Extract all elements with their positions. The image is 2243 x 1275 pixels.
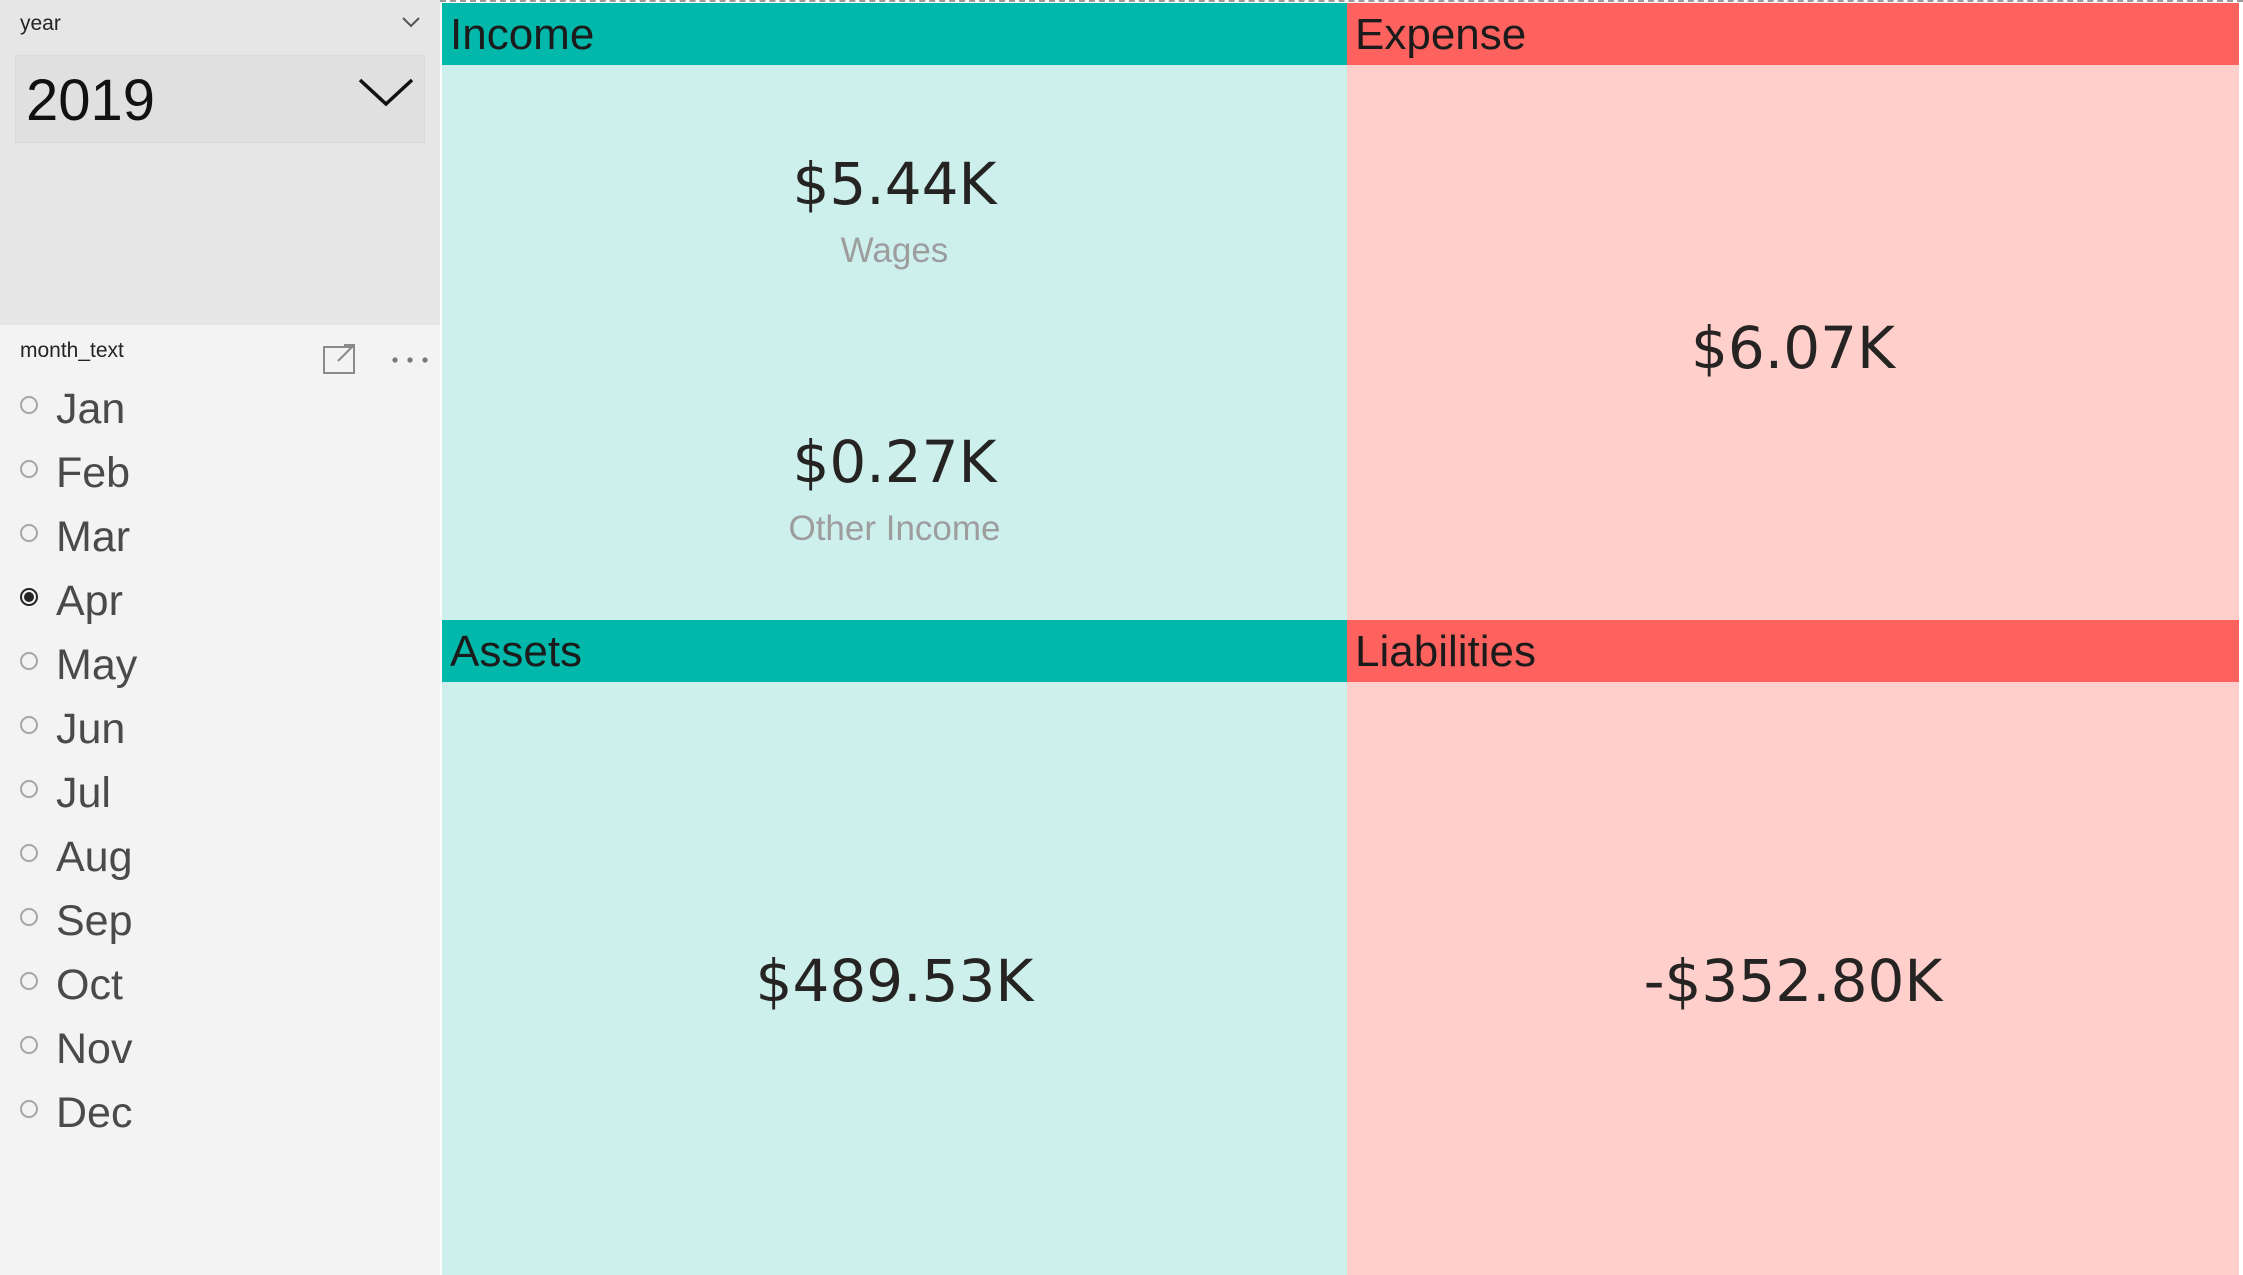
radio-button[interactable] <box>20 588 38 606</box>
radio-button[interactable] <box>20 716 38 734</box>
month-label: Dec <box>56 1088 133 1137</box>
income-body: $5.44K Wages $0.27K Other Income <box>442 65 1347 620</box>
month-slicer: month_text Jan Feb Mar Apr May Jun Jul A… <box>0 325 440 1275</box>
wages-value: $5.44K <box>792 150 997 218</box>
income-header: Income <box>442 3 1347 65</box>
radio-button[interactable] <box>20 844 38 862</box>
income-tile: Income $5.44K Wages $0.27K Other Income <box>442 3 1347 620</box>
radio-button[interactable] <box>20 1036 38 1054</box>
month-label: Jan <box>56 384 126 433</box>
year-dropdown-value: 2019 <box>26 68 156 133</box>
radio-button[interactable] <box>20 396 38 414</box>
assets-title: Assets <box>450 627 583 676</box>
assets-value: $489.53K <box>755 947 1034 1015</box>
liabilities-header: Liabilities <box>1347 620 2239 682</box>
month-option[interactable]: Aug <box>0 825 440 889</box>
income-title: Income <box>450 10 595 59</box>
month-label: Feb <box>56 448 131 497</box>
liabilities-title: Liabilities <box>1355 627 1536 676</box>
radio-button[interactable] <box>20 1100 38 1118</box>
liabilities-body: -$352.80K <box>1347 682 2239 1275</box>
month-label: Aug <box>56 832 133 881</box>
wages-card: $5.44K Wages <box>442 155 1347 268</box>
radio-button[interactable] <box>20 780 38 798</box>
month-option[interactable]: May <box>0 633 440 697</box>
month-label: Oct <box>56 960 123 1009</box>
month-label: Jul <box>56 768 111 817</box>
expense-tile: Expense $6.07K <box>1347 3 2239 620</box>
expense-header: Expense <box>1347 3 2239 65</box>
other-income-card: $0.27K Other Income <box>442 433 1347 546</box>
assets-card: $489.53K <box>442 952 1347 1010</box>
month-label: Mar <box>56 512 131 561</box>
wages-label: Wages <box>840 231 949 270</box>
expense-body: $6.07K <box>1347 65 2239 620</box>
month-option[interactable]: Mar <box>0 505 440 569</box>
month-option[interactable]: Jan <box>0 377 440 441</box>
month-option[interactable]: Dec <box>0 1081 440 1145</box>
other-income-label: Other Income <box>788 509 1001 548</box>
assets-header: Assets <box>442 620 1347 682</box>
month-list: Jan Feb Mar Apr May Jun Jul Aug Sep Oct … <box>0 377 440 1145</box>
more-options-icon[interactable] <box>390 355 430 365</box>
month-label: Jun <box>56 704 126 753</box>
radio-button[interactable] <box>20 908 38 926</box>
month-label: Apr <box>56 576 123 625</box>
month-option[interactable]: Feb <box>0 441 440 505</box>
month-option[interactable]: Apr <box>0 569 440 633</box>
chevron-down-icon[interactable] <box>400 14 422 30</box>
month-slicer-title: month_text <box>20 339 124 362</box>
month-option[interactable]: Oct <box>0 953 440 1017</box>
month-option[interactable]: Jul <box>0 761 440 825</box>
focus-mode-icon[interactable] <box>322 343 358 375</box>
expense-title: Expense <box>1355 10 1527 59</box>
radio-button[interactable] <box>20 460 38 478</box>
assets-tile: Assets $489.53K <box>442 620 1347 1275</box>
year-slicer: year 2019 <box>0 0 440 325</box>
liabilities-card: -$352.80K <box>1347 952 2239 1010</box>
radio-button[interactable] <box>20 652 38 670</box>
expense-value: $6.07K <box>1690 314 1896 382</box>
year-slicer-title: year <box>20 12 61 35</box>
month-option[interactable]: Jun <box>0 697 440 761</box>
month-label: May <box>56 640 138 689</box>
month-label: Nov <box>56 1024 133 1073</box>
liabilities-value: -$352.80K <box>1643 947 1943 1015</box>
month-option[interactable]: Sep <box>0 889 440 953</box>
radio-button[interactable] <box>20 972 38 990</box>
radio-button[interactable] <box>20 524 38 542</box>
month-option[interactable]: Nov <box>0 1017 440 1081</box>
canvas-top-border <box>440 0 2243 2</box>
assets-body: $489.53K <box>442 682 1347 1275</box>
expense-card: $6.07K <box>1347 319 2239 377</box>
chevron-down-icon[interactable] <box>356 74 416 110</box>
liabilities-tile: Liabilities -$352.80K <box>1347 620 2239 1275</box>
year-dropdown[interactable]: 2019 <box>15 55 425 143</box>
other-income-value: $0.27K <box>792 428 997 496</box>
month-label: Sep <box>56 896 133 945</box>
